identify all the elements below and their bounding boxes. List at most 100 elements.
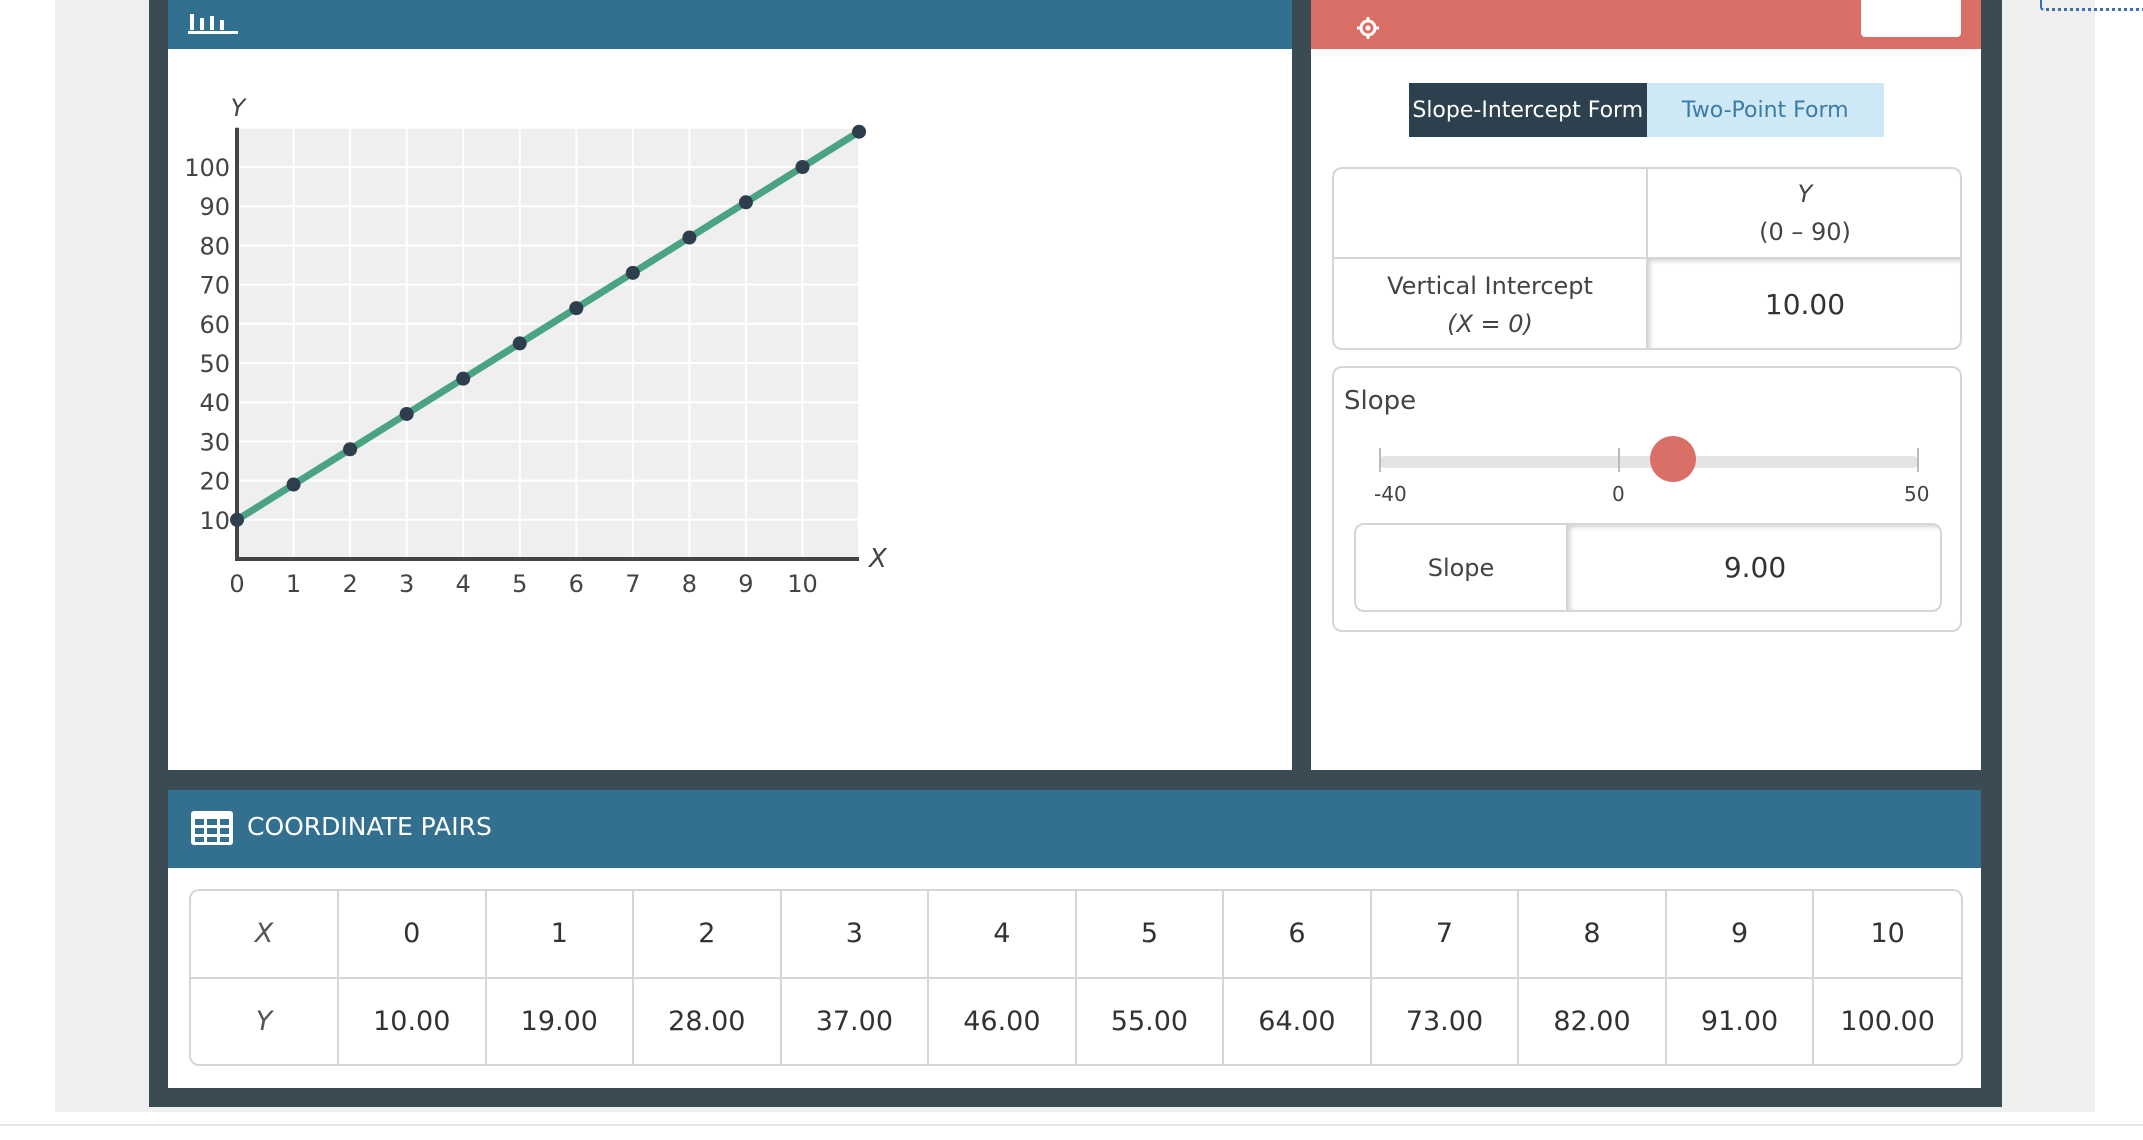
- y-tick-label: 10: [199, 507, 230, 535]
- x-axis-label: X: [867, 544, 888, 574]
- y-value-cell: 82.00: [1517, 976, 1667, 1064]
- y-value-cell: 46.00: [927, 976, 1077, 1064]
- slider-tick-zero: [1618, 448, 1620, 472]
- y-row-label: Y: [191, 976, 339, 1064]
- x-value-cell: 6: [1222, 891, 1372, 979]
- header-action-button[interactable]: [1861, 0, 1961, 37]
- x-value-cell: 8: [1517, 891, 1667, 979]
- data-point: [852, 124, 867, 139]
- y-value-cell: 37.00: [779, 976, 930, 1064]
- y-value-cell: 55.00: [1074, 976, 1225, 1064]
- gear-icon[interactable]: [1356, 16, 1380, 40]
- y-values-row: Y 10.00 19.00 28.00 37.00 46.00 55.00 64.00 73.0…: [191, 976, 1961, 1064]
- x-value-cell: 3: [779, 891, 930, 979]
- y-tick-label: 90: [199, 193, 230, 221]
- y-tick-label: 20: [199, 468, 230, 496]
- x-tick-label: 4: [456, 570, 471, 598]
- x-row-label: X: [191, 891, 339, 979]
- graph-panel: 0 1 2 3 4 5 6 7 8 9 10 10 20 30 40 50 60 70 80 90 100 Y X: [168, 0, 1292, 770]
- tab-slope-intercept-form[interactable]: Slope-Intercept Form: [1409, 83, 1647, 137]
- slider-max-label: 50: [1904, 482, 1930, 506]
- x-tick-label: 10: [787, 570, 818, 598]
- y-tick-label: 50: [199, 350, 230, 378]
- data-point: [738, 195, 753, 210]
- data-point: [512, 336, 527, 351]
- control-panel-header: [1311, 0, 1981, 49]
- slider-tick-min: [1379, 448, 1381, 472]
- bottom-divider: [0, 1124, 2143, 1126]
- slope-title: Slope: [1344, 386, 1417, 416]
- x-tick-label: 2: [342, 570, 357, 598]
- y-value-cell: 28.00: [632, 976, 782, 1064]
- slope-input[interactable]: 9.00: [1566, 525, 1940, 610]
- slope-input-row: Slope 9.00: [1354, 523, 1942, 612]
- line-graph: 0 1 2 3 4 5 6 7 8 9 10 10 20 30 40 50 60 70 80 90 100 Y X: [184, 94, 888, 598]
- x-tick-label: 0: [229, 570, 244, 598]
- intercept-condition-label: (X = 0): [1447, 309, 1533, 338]
- vertical-intercept-input[interactable]: 10.00: [1646, 257, 1960, 348]
- data-point: [286, 477, 301, 492]
- data-point: [399, 406, 414, 421]
- screenshot-corner-indicator: [2040, 0, 2143, 11]
- y-column-label: Y: [1797, 180, 1813, 208]
- coordinate-pairs-panel: COORDINATE PAIRS X 0 1 2 3 4 5 6 7 8 9 10 Y 10.00 19.…: [168, 790, 1981, 1088]
- y-value-cell: 19.00: [484, 976, 635, 1064]
- x-tick-label: 6: [569, 570, 584, 598]
- y-value-cell: 10.00: [337, 976, 487, 1064]
- x-tick-label: 8: [682, 570, 697, 598]
- slope-slider-track[interactable]: [1379, 456, 1919, 468]
- x-value-cell: 2: [632, 891, 782, 979]
- y-tick-label: 80: [199, 232, 230, 260]
- y-axis-label: Y: [231, 94, 248, 122]
- slope-input-label: Slope: [1427, 553, 1495, 582]
- vertical-intercept-label: Vertical Intercept: [1387, 271, 1593, 300]
- y-tick-label: 100: [184, 154, 230, 182]
- data-point: [456, 371, 471, 386]
- x-tick-label: 5: [512, 570, 527, 598]
- data-point: [682, 230, 697, 245]
- intercept-column-header: Y (0 – 90): [1646, 169, 1960, 257]
- y-tick-label: 70: [199, 272, 230, 300]
- tab-two-point-form[interactable]: Two-Point Form: [1646, 83, 1884, 137]
- x-tick-label: 7: [625, 570, 640, 598]
- coordinate-pairs-header: COORDINATE PAIRS: [168, 790, 1981, 868]
- y-tick-label: 30: [199, 428, 230, 456]
- data-point: [230, 512, 244, 527]
- table-grid-icon: [191, 811, 233, 845]
- x-value-cell: 7: [1369, 891, 1520, 979]
- y-tick-label: 40: [199, 389, 230, 417]
- x-value-cell: 0: [337, 891, 487, 979]
- equation-form-toggle: Slope-Intercept Form Two-Point Form: [1409, 83, 1884, 137]
- y-tick-label: 60: [199, 311, 230, 339]
- coordinate-pairs-table: X 0 1 2 3 4 5 6 7 8 9 10 Y 10.00 19.00 28.00 37.00 46.00…: [191, 891, 1961, 1064]
- intercept-row-header: Vertical Intercept (X = 0): [1334, 257, 1646, 348]
- x-value-cell: 1: [484, 891, 635, 979]
- y-value-cell: 100.00: [1812, 976, 1961, 1064]
- y-value-cell: 91.00: [1664, 976, 1815, 1064]
- slider-min-label: -40: [1374, 482, 1407, 506]
- y-range-label: (0 – 90): [1759, 218, 1851, 246]
- coordinate-pairs-table-wrapper: X 0 1 2 3 4 5 6 7 8 9 10 Y 10.00 19.00 28.00 37.00 46.00…: [189, 889, 1963, 1066]
- x-value-cell: 4: [927, 891, 1077, 979]
- data-point: [795, 160, 810, 174]
- slider-tick-max: [1917, 448, 1919, 472]
- vertical-intercept-card: Y (0 – 90) Vertical Intercept (X = 0) 10…: [1332, 167, 1962, 350]
- x-value-cell: 9: [1664, 891, 1815, 979]
- y-value-cell: 64.00: [1222, 976, 1372, 1064]
- x-tick-label: 3: [399, 570, 414, 598]
- x-tick-label: 9: [738, 570, 753, 598]
- slider-mid-label: 0: [1612, 482, 1625, 506]
- data-point: [625, 265, 640, 280]
- data-point: [343, 442, 358, 457]
- x-values-row: X 0 1 2 3 4 5 6 7 8 9 10: [191, 891, 1961, 979]
- intercept-table-corner: [1334, 169, 1646, 257]
- coordinate-pairs-title: COORDINATE PAIRS: [247, 812, 492, 841]
- x-value-cell: 10: [1812, 891, 1961, 979]
- equation-control-panel: Slope-Intercept Form Two-Point Form Y (0…: [1311, 0, 1981, 770]
- x-tick-label: 1: [286, 570, 301, 598]
- slope-slider-thumb[interactable]: [1650, 436, 1696, 482]
- data-point: [569, 301, 584, 316]
- y-value-cell: 73.00: [1369, 976, 1520, 1064]
- x-value-cell: 5: [1074, 891, 1225, 979]
- slope-card: Slope -40 0 50 Slope 9.00: [1332, 366, 1962, 632]
